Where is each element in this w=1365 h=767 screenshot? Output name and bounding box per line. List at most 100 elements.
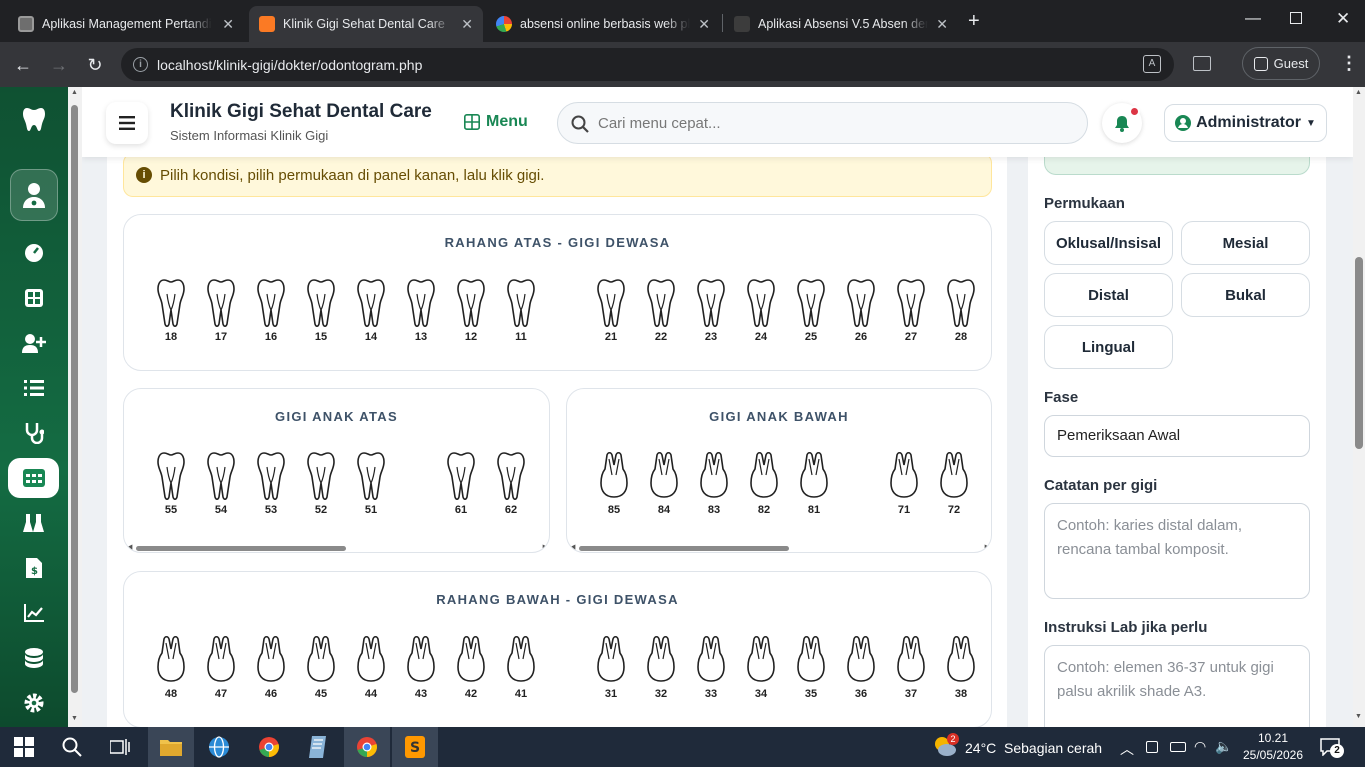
tooth-55[interactable]: 55 <box>154 451 188 516</box>
tooth-24[interactable]: 24 <box>744 278 778 343</box>
lab-textarea[interactable]: Contoh: elemen 36-37 untuk gigi palsu ak… <box>1044 645 1310 727</box>
scroll-right-icon[interactable]: ▶ <box>985 543 990 551</box>
close-tab-icon[interactable]: ✕ <box>222 16 234 33</box>
notepad-icon[interactable] <box>296 727 342 767</box>
horizontal-scrollbar[interactable]: ◀ ▶ <box>567 543 991 552</box>
scroll-up-icon[interactable]: ▲ <box>1355 89 1362 96</box>
quick-search-input[interactable]: Cari menu cepat... <box>557 102 1088 144</box>
stethoscope-icon[interactable] <box>14 413 54 453</box>
tooth-26[interactable]: 26 <box>844 278 878 343</box>
tooth-logo-icon[interactable] <box>14 99 54 139</box>
tooth-36[interactable]: 36 <box>844 635 878 700</box>
surface-lingual-button[interactable]: Lingual <box>1044 325 1173 369</box>
lab-flask-icon[interactable] <box>14 503 54 543</box>
reload-icon[interactable]: ↻ <box>82 52 108 78</box>
tooth-83[interactable]: 83 <box>697 451 731 516</box>
grid-icon[interactable] <box>14 278 54 318</box>
add-patient-icon[interactable] <box>14 323 54 363</box>
doctor-avatar-icon[interactable] <box>10 169 58 221</box>
phase-input[interactable]: Pemeriksaan Awal <box>1044 415 1310 457</box>
tooth-82[interactable]: 82 <box>747 451 781 516</box>
tooth-84[interactable]: 84 <box>647 451 681 516</box>
tooth-43[interactable]: 43 <box>404 635 438 700</box>
back-icon[interactable]: ← <box>10 52 36 78</box>
surface-oklusal-button[interactable]: Oklusal/Insisal <box>1044 221 1173 265</box>
tooth-44[interactable]: 44 <box>354 635 388 700</box>
page-scrollbar[interactable]: ▲ ▼ <box>1353 87 1365 727</box>
database-icon[interactable] <box>14 638 54 678</box>
close-window-icon[interactable]: ✕ <box>1336 9 1350 29</box>
sublime-text-icon[interactable]: S <box>392 727 438 767</box>
invoice-icon[interactable]: $ <box>14 548 54 588</box>
tooth-12[interactable]: 12 <box>454 278 488 343</box>
tooth-47[interactable]: 47 <box>204 635 238 700</box>
minimize-icon[interactable]: — <box>1245 10 1261 28</box>
tooth-18[interactable]: 18 <box>154 278 188 343</box>
tooth-17[interactable]: 17 <box>204 278 238 343</box>
tooth-16[interactable]: 16 <box>254 278 288 343</box>
tooth-22[interactable]: 22 <box>644 278 678 343</box>
horizontal-scrollbar[interactable]: ◀ ▶ <box>124 543 549 552</box>
settings-gear-icon[interactable] <box>14 683 54 723</box>
tooth-62[interactable]: 62 <box>494 451 528 516</box>
notification-center-icon[interactable]: 2 <box>1320 738 1344 758</box>
network-globe-icon[interactable] <box>196 727 242 767</box>
surface-mesial-button[interactable]: Mesial <box>1181 221 1310 265</box>
browser-menu-icon[interactable]: ⋮ <box>1340 53 1358 74</box>
page-scroll-thumb[interactable] <box>1355 257 1363 449</box>
scroll-right-icon[interactable]: ▶ <box>543 543 548 551</box>
tooth-33[interactable]: 33 <box>694 635 728 700</box>
tooth-13[interactable]: 13 <box>404 278 438 343</box>
scroll-left-icon[interactable]: ◀ <box>127 543 132 551</box>
windows-start-icon[interactable] <box>0 727 48 767</box>
tooth-45[interactable]: 45 <box>304 635 338 700</box>
tooth-48[interactable]: 48 <box>154 635 188 700</box>
battery-icon[interactable] <box>1170 742 1186 752</box>
surface-bukal-button[interactable]: Bukal <box>1181 273 1310 317</box>
site-info-icon[interactable]: i <box>133 57 148 72</box>
translate-icon[interactable]: A <box>1143 55 1161 73</box>
tooth-27[interactable]: 27 <box>894 278 928 343</box>
scroll-down-icon[interactable]: ▼ <box>71 715 78 722</box>
cast-icon[interactable] <box>1193 56 1211 71</box>
weather-icon[interactable]: 2 <box>933 733 959 757</box>
tooth-41[interactable]: 41 <box>504 635 538 700</box>
tooth-23[interactable]: 23 <box>694 278 728 343</box>
tooth-14[interactable]: 14 <box>354 278 388 343</box>
chart-line-icon[interactable] <box>14 593 54 633</box>
tooth-71[interactable]: 71 <box>887 451 921 516</box>
tooth-34[interactable]: 34 <box>744 635 778 700</box>
file-explorer-icon[interactable] <box>148 727 194 767</box>
chrome-icon[interactable] <box>246 727 292 767</box>
hamburger-button[interactable] <box>106 102 148 144</box>
tooth-25[interactable]: 25 <box>794 278 828 343</box>
tooth-46[interactable]: 46 <box>254 635 288 700</box>
close-tab-icon[interactable]: ✕ <box>936 16 948 33</box>
scroll-left-icon[interactable]: ◀ <box>570 543 575 551</box>
chrome-active-icon[interactable] <box>344 727 390 767</box>
task-view-icon[interactable] <box>96 727 144 767</box>
usb-device-icon[interactable] <box>1146 741 1158 753</box>
tooth-51[interactable]: 51 <box>354 451 388 516</box>
note-textarea[interactable]: Contoh: karies distal dalam, rencana tam… <box>1044 503 1310 599</box>
scroll-up-icon[interactable]: ▲ <box>71 89 78 96</box>
tooth-85[interactable]: 85 <box>597 451 631 516</box>
tooth-21[interactable]: 21 <box>594 278 628 343</box>
sidebar-scroll-thumb[interactable] <box>71 105 78 693</box>
new-tab-icon[interactable]: + <box>968 10 980 33</box>
odontogram-calendar-icon[interactable] <box>8 458 59 498</box>
clock-time[interactable]: 10.21 <box>1240 731 1306 745</box>
tab-klinik-gigi[interactable]: Klinik Gigi Sehat Dental Care ✕ <box>249 6 483 42</box>
chevron-up-icon[interactable]: ︿ <box>1120 739 1134 759</box>
tooth-37[interactable]: 37 <box>894 635 928 700</box>
url-bar[interactable]: i localhost/klinik-gigi/dokter/odontogra… <box>121 48 1174 81</box>
dashboard-gauge-icon[interactable] <box>14 233 54 273</box>
menu-button[interactable]: Menu <box>464 113 528 131</box>
scroll-thumb[interactable] <box>136 546 346 551</box>
tooth-61[interactable]: 61 <box>444 451 478 516</box>
tab-aplikasi-management[interactable]: Aplikasi Management Pertandingan ✕ <box>8 6 244 42</box>
tooth-72[interactable]: 72 <box>937 451 971 516</box>
forward-icon[interactable]: → <box>46 52 72 78</box>
tooth-54[interactable]: 54 <box>204 451 238 516</box>
tooth-11[interactable]: 11 <box>504 278 538 343</box>
